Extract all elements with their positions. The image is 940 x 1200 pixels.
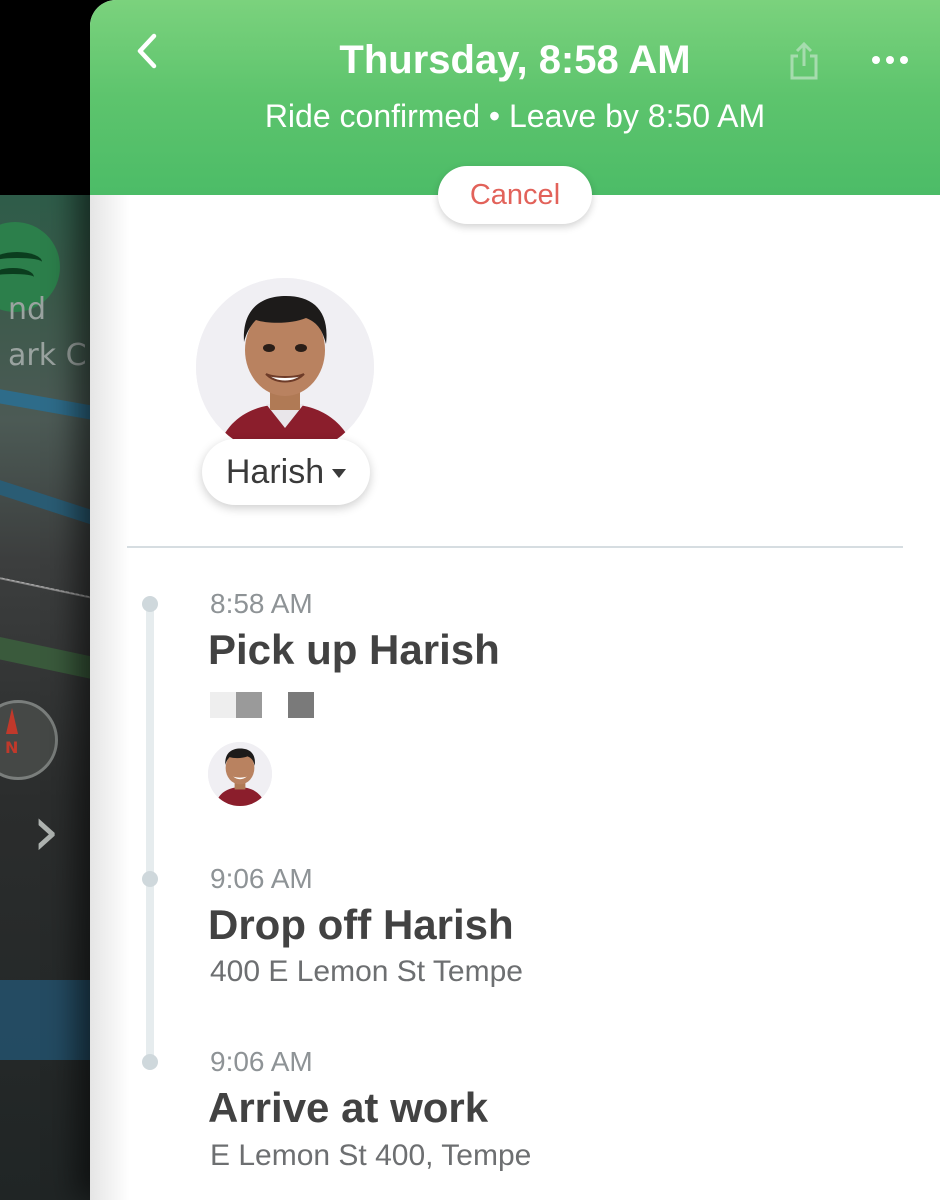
rider-avatar[interactable] bbox=[196, 278, 374, 456]
stop-time: 9:06 AM bbox=[210, 863, 313, 894]
cancel-ride-button[interactable]: Cancel bbox=[438, 166, 592, 224]
rider-name: Harish bbox=[225, 452, 325, 491]
chevron-right-icon[interactable]: › bbox=[32, 790, 60, 872]
caret-down-icon bbox=[332, 468, 347, 478]
divider bbox=[127, 546, 903, 548]
stop-address: 400 E Lemon St Tempe bbox=[210, 955, 523, 988]
timeline-dot bbox=[142, 596, 158, 612]
more-icon[interactable] bbox=[872, 56, 908, 68]
ride-detail-sheet: Thursday, 8:58 AM Ride confirmed • Leave… bbox=[90, 0, 940, 1200]
stop-address: E Lemon St 400, Tempe bbox=[210, 1139, 532, 1172]
stop-title[interactable]: Arrive at work bbox=[208, 1084, 488, 1132]
ride-status: Ride confirmed • Leave by 8:50 AM bbox=[264, 98, 766, 134]
share-icon[interactable] bbox=[784, 40, 824, 82]
timeline-dot bbox=[142, 871, 158, 887]
compass-needle bbox=[6, 708, 18, 734]
map-label: nd bbox=[8, 292, 47, 327]
timeline-line bbox=[146, 604, 154, 1064]
stop-title[interactable]: Pick up Harish bbox=[208, 626, 500, 674]
sheet-edge-shadow bbox=[90, 195, 130, 1200]
timeline-dot bbox=[142, 1054, 158, 1070]
map-label: ark C bbox=[8, 338, 87, 373]
passenger-avatar[interactable] bbox=[208, 742, 272, 806]
stop-title[interactable]: Drop off Harish bbox=[208, 901, 514, 949]
compass-north-label: N bbox=[5, 738, 19, 757]
stop-time: 8:58 AM bbox=[210, 588, 313, 619]
redacted-address bbox=[210, 692, 314, 720]
rider-selector[interactable]: Harish bbox=[202, 439, 370, 505]
stop-time: 9:06 AM bbox=[210, 1046, 313, 1077]
